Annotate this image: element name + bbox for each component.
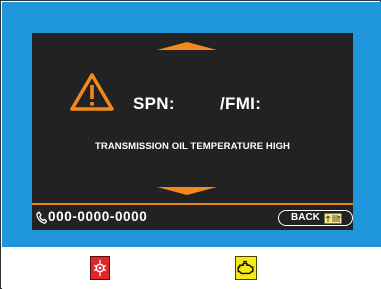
bezel-frame: SPN: /FMI: TRANSMISSION OIL TEMPERATURE … — [2, 2, 381, 247]
arrow-up-icon[interactable] — [157, 42, 217, 50]
warning-triangle-icon — [70, 73, 114, 111]
spn-label: SPN: — [133, 94, 175, 113]
divider — [32, 203, 353, 205]
back-icon — [324, 212, 342, 224]
phone-icon — [36, 211, 47, 224]
fault-screen: SPN: /FMI: TRANSMISSION OIL TEMPERATURE … — [32, 33, 353, 230]
phone-number: 000-0000-0000 — [48, 209, 148, 224]
display-bezel: SPN: /FMI: TRANSMISSION OIL TEMPERATURE … — [0, 0, 381, 289]
fault-message: TRANSMISSION OIL TEMPERATURE HIGH — [94, 141, 291, 152]
indicator-tray — [2, 247, 381, 289]
back-button[interactable]: BACK — [278, 210, 353, 226]
arrow-down-icon[interactable] — [157, 187, 217, 195]
back-label: BACK — [291, 212, 320, 223]
fmi-label: /FMI: — [220, 94, 262, 113]
check-engine-icon — [235, 256, 257, 280]
stop-lamp-icon — [90, 256, 110, 280]
